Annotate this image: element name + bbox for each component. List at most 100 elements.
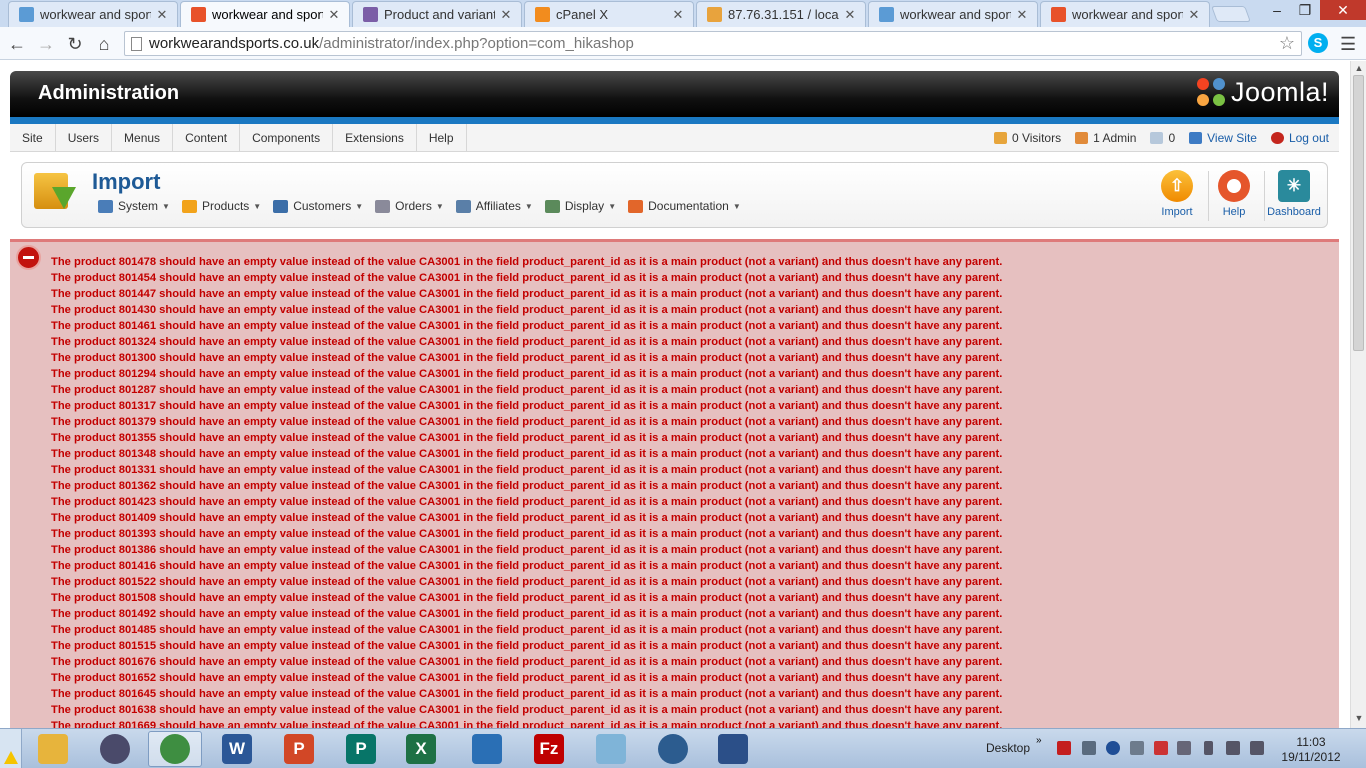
taskbar-clock[interactable]: 11:03 19/11/2012 xyxy=(1280,735,1342,765)
chevron-down-icon: ▼ xyxy=(355,201,364,211)
logout-link[interactable]: Log out xyxy=(1270,131,1329,145)
tab-close-icon[interactable]: ✕ xyxy=(1187,7,1201,23)
chevron-down-icon: ▼ xyxy=(253,201,262,211)
admin-menu-help[interactable]: Help xyxy=(417,124,467,152)
restore-icon[interactable]: ❐ xyxy=(1290,0,1320,20)
forward-icon[interactable]: → xyxy=(34,32,58,56)
messages-status[interactable]: 0 xyxy=(1150,131,1175,145)
tab-close-icon[interactable]: ✕ xyxy=(671,7,685,23)
taskbar-app[interactable]: Fz xyxy=(522,731,576,767)
submenu-products[interactable]: Products ▼ xyxy=(181,199,262,213)
error-message: The product 801522 should have an empty … xyxy=(51,576,1003,588)
chrome-menu-icon[interactable]: ☰ xyxy=(1340,34,1356,55)
pdf-tray-icon[interactable] xyxy=(1057,741,1071,755)
error-message: The product 801447 should have an empty … xyxy=(51,288,1003,300)
taskbar-app[interactable] xyxy=(646,731,700,767)
start-button[interactable] xyxy=(0,729,22,768)
taskbar-app[interactable] xyxy=(460,731,514,767)
taskbar-app[interactable] xyxy=(26,731,80,767)
battery-icon[interactable] xyxy=(1204,741,1213,755)
submenu-label: System xyxy=(118,199,159,213)
help-button[interactable]: Help xyxy=(1206,170,1262,218)
tab-close-icon[interactable]: ✕ xyxy=(843,7,857,23)
taskbar-app[interactable] xyxy=(584,731,638,767)
dashboard-button[interactable]: ✳ Dashboard xyxy=(1265,170,1323,218)
network-tray-icon[interactable] xyxy=(1082,741,1096,755)
component-toolbar: Import System ▼ Products ▼ Customers ▼ Orders ▼… xyxy=(21,162,1328,228)
error-message: The product 801478 should have an empty … xyxy=(51,256,1003,268)
customers-icon xyxy=(273,199,289,213)
scroll-down-icon[interactable]: ▼ xyxy=(1351,713,1366,723)
browser-tab[interactable]: 87.76.31.151 / localhos ✕ xyxy=(696,1,866,27)
admin-header: Administration Joomla! xyxy=(10,71,1339,117)
browser-tab[interactable]: workwear and sports - ✕ xyxy=(8,1,178,27)
address-bar[interactable]: workwearandsports.co.uk/administrator/in… xyxy=(124,31,1302,56)
submenu-label: Documentation xyxy=(648,199,729,213)
browser-tab[interactable]: workwear and sports - ✕ xyxy=(1040,1,1210,27)
taskbar-app[interactable]: P xyxy=(272,731,326,767)
minimize-icon[interactable]: – xyxy=(1262,0,1292,20)
upload-arrow-icon: ⇧ xyxy=(1161,170,1193,202)
import-button-label: Import xyxy=(1161,206,1193,218)
submenu-system[interactable]: System ▼ xyxy=(98,199,170,213)
volume-icon[interactable] xyxy=(1130,741,1144,755)
admin-menu-site[interactable]: Site xyxy=(10,124,56,152)
logout-label: Log out xyxy=(1288,131,1329,145)
admin-menu-extensions[interactable]: Extensions xyxy=(333,124,417,152)
tab-close-icon[interactable]: ✕ xyxy=(155,7,169,23)
scroll-up-icon[interactable]: ▲ xyxy=(1351,63,1366,73)
browser-tab[interactable]: workwear and sports - ✕ xyxy=(180,1,350,27)
admin-menu-content[interactable]: Content xyxy=(173,124,241,152)
browser-tab[interactable]: cPanel X ✕ xyxy=(524,1,694,27)
speaker-icon[interactable] xyxy=(1250,741,1264,755)
admin-menu-menus[interactable]: Menus xyxy=(112,124,174,152)
error-message: The product 801454 should have an empty … xyxy=(51,272,1003,284)
error-message: The product 801416 should have an empty … xyxy=(51,560,1003,572)
error-message: The product 801324 should have an empty … xyxy=(51,336,1003,348)
desktop-toolbar-label[interactable]: Desktop xyxy=(986,741,1030,755)
expand-toolbar-icon[interactable]: » xyxy=(1036,735,1050,749)
chevron-down-icon: ▼ xyxy=(524,201,533,211)
admin-menu-components[interactable]: Components xyxy=(240,124,334,152)
close-window-icon[interactable]: ✕ xyxy=(1320,0,1366,20)
taskbar-app[interactable]: P xyxy=(334,731,388,767)
import-button[interactable]: ⇧ Import xyxy=(1149,170,1205,218)
submenu-display[interactable]: Display ▼ xyxy=(544,199,616,213)
view-site-link[interactable]: View Site xyxy=(1189,131,1257,145)
tab-close-icon[interactable]: ✕ xyxy=(1015,7,1029,23)
back-icon[interactable]: ← xyxy=(5,32,29,56)
tab-close-icon[interactable]: ✕ xyxy=(327,7,341,23)
submenu-documentation[interactable]: Documentation ▼ xyxy=(628,199,741,213)
error-message: The product 801287 should have an empty … xyxy=(51,384,1003,396)
browser-tab[interactable]: workwear and sports - ✕ xyxy=(868,1,1038,27)
cpanel-icon xyxy=(535,7,550,22)
home-icon[interactable]: ⌂ xyxy=(92,32,116,56)
skype-extension-icon[interactable]: S xyxy=(1308,33,1328,53)
error-message: The product 801652 should have an empty … xyxy=(51,672,1003,684)
taskbar-app[interactable] xyxy=(706,731,760,767)
tab-close-icon[interactable]: ✕ xyxy=(499,7,513,23)
orders-icon xyxy=(375,199,391,213)
bluetooth-icon[interactable] xyxy=(1106,741,1120,755)
alert-tray-icon[interactable] xyxy=(1154,741,1168,755)
taskbar-app[interactable]: W xyxy=(210,731,264,767)
publisher-icon: P xyxy=(346,734,376,764)
new-tab-button[interactable] xyxy=(1211,6,1251,22)
taskbar-app[interactable] xyxy=(88,731,142,767)
page-scrollbar[interactable]: ▲ ▼ xyxy=(1350,61,1366,728)
taskbar-app[interactable] xyxy=(148,731,202,767)
submenu-orders[interactable]: Orders ▼ xyxy=(375,199,444,213)
submenu-affiliates[interactable]: Affiliates ▼ xyxy=(455,199,533,213)
submenu-customers[interactable]: Customers ▼ xyxy=(273,199,363,213)
tab-title: workwear and sports - xyxy=(1072,7,1183,22)
admin-menu-users[interactable]: Users xyxy=(56,124,113,152)
signal-strength-icon[interactable] xyxy=(1226,741,1240,755)
scrollbar-thumb[interactable] xyxy=(1353,75,1364,351)
action-center-flag-icon[interactable] xyxy=(1177,741,1191,755)
error-message: The product 801492 should have an empty … xyxy=(51,608,1003,620)
display-icon xyxy=(544,199,560,213)
reload-icon[interactable]: ↻ xyxy=(63,32,87,56)
browser-tab[interactable]: Product and variant A ✕ xyxy=(352,1,522,27)
bookmark-star-icon[interactable]: ☆ xyxy=(1279,32,1295,55)
taskbar-app[interactable]: X xyxy=(394,731,448,767)
